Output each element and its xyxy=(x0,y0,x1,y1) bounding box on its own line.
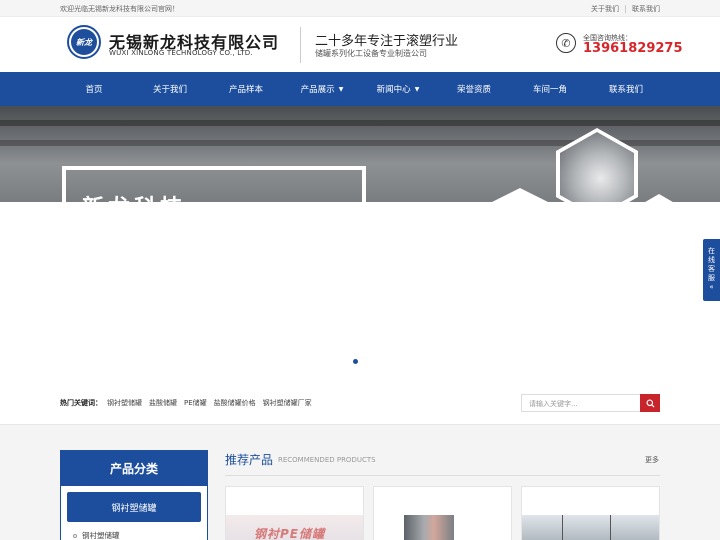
keyword-link[interactable]: 钢衬塑储罐 xyxy=(107,398,142,408)
search-button[interactable] xyxy=(640,394,660,412)
double-chevron-icon: « xyxy=(709,283,714,291)
banner-hexagon xyxy=(490,188,550,202)
nav-label: 首页 xyxy=(85,85,103,95)
header-divider xyxy=(300,27,301,63)
nav-label: 联系我们 xyxy=(608,85,643,95)
online-service-tab[interactable]: 在 线 客 服 « xyxy=(703,239,720,301)
keyword-link[interactable]: 盐酸储罐价格 xyxy=(214,398,256,408)
site-header: 新龙 无锡新龙科技有限公司 WUXI XINLONG TECHNOLOGY CO… xyxy=(0,17,720,72)
top-bar: 欢迎光临无锡新龙科技有限公司官网！ 关于我们 联系我们 xyxy=(0,0,720,17)
product-card[interactable]: 钢衬PE储罐 xyxy=(225,486,364,540)
dropdown-caret-icon: ▼ xyxy=(338,85,344,93)
nav-label: 关于我们 xyxy=(152,85,187,95)
nav-label: 产品样本 xyxy=(228,85,263,95)
product-image-detail xyxy=(610,515,611,540)
welcome-text: 欢迎光临无锡新龙科技有限公司官网！ xyxy=(60,5,179,13)
carousel-dot[interactable] xyxy=(353,359,358,364)
keyword-link[interactable]: PE储罐 xyxy=(184,398,207,408)
product-image xyxy=(404,515,454,540)
keyword-link[interactable]: 盐酸储罐 xyxy=(149,398,177,408)
nav-item-honors[interactable]: 荣誉资质 xyxy=(440,72,508,106)
nav-label: 车间一角 xyxy=(532,85,567,95)
product-image xyxy=(522,515,659,540)
service-char: 线 xyxy=(708,256,715,264)
nav-item-products[interactable]: 产品展示 ▼ xyxy=(288,72,356,106)
top-link-contact[interactable]: 联系我们 xyxy=(632,4,660,14)
more-link[interactable]: 更多 xyxy=(645,455,659,465)
phone-icon: ✆ xyxy=(556,33,576,53)
dropdown-caret-icon: ▼ xyxy=(414,85,420,93)
category-item-active[interactable]: 钢衬塑储罐 xyxy=(67,492,201,522)
company-logo[interactable]: 新龙 xyxy=(67,25,101,59)
category-sub-label: 钢衬塑储罐 xyxy=(82,531,120,540)
hero-banner[interactable]: 新龙科技 xyxy=(0,106,720,202)
category-title: 产品分类 xyxy=(61,451,207,486)
category-panel: 产品分类 钢衬塑储罐 钢衬塑储罐 xyxy=(60,450,208,540)
hot-keywords: 热门关键词： 钢衬塑储罐 盐酸储罐 PE储罐 盐酸储罐价格 钢衬塑储罐厂家 xyxy=(60,398,319,408)
service-char: 客 xyxy=(708,265,715,273)
product-card[interactable] xyxy=(373,486,512,540)
keywords-label: 热门关键词： xyxy=(60,399,102,407)
banner-beam xyxy=(0,120,720,126)
slogan-main: 二十多年专注于滚塑行业 xyxy=(315,34,459,49)
page: 欢迎光临无锡新龙科技有限公司官网！ 关于我们 联系我们 新龙 无锡新龙科技有限公… xyxy=(0,0,720,540)
nav-item-contact[interactable]: 联系我们 xyxy=(592,72,660,106)
company-name-en: WUXI XINLONG TECHNOLOGY CO., LTD. xyxy=(109,49,253,57)
search-icon xyxy=(645,398,655,408)
main-nav: 首页 关于我们 产品样本 产品展示 ▼ 新闻中心 ▼ 荣誉资质 车间一角 联系我们 xyxy=(0,72,720,106)
keyword-link[interactable]: 钢衬塑储罐厂家 xyxy=(263,398,312,408)
bullet-icon xyxy=(73,533,77,538)
product-card[interactable] xyxy=(521,486,660,540)
product-image-text: 钢衬PE储罐 xyxy=(254,527,325,540)
nav-item-workshop[interactable]: 车间一角 xyxy=(516,72,584,106)
nav-item-home[interactable]: 首页 xyxy=(60,72,128,106)
top-link-about[interactable]: 关于我们 xyxy=(591,4,619,14)
slogan-sub: 储罐系列化工设备专业制造公司 xyxy=(315,49,427,58)
nav-item-about[interactable]: 关于我们 xyxy=(136,72,204,106)
service-char: 在 xyxy=(708,247,715,255)
search-input[interactable]: 请输入关键字... xyxy=(521,394,641,412)
product-image-detail xyxy=(562,515,563,540)
service-char: 服 xyxy=(708,274,715,282)
nav-item-catalog[interactable]: 产品样本 xyxy=(212,72,280,106)
banner-hexagon xyxy=(640,194,678,202)
section-divider xyxy=(225,475,660,476)
nav-label: 新闻中心 xyxy=(376,85,411,95)
top-link-divider xyxy=(625,5,626,13)
category-sub-item[interactable]: 钢衬塑储罐 xyxy=(73,530,207,540)
nav-item-news[interactable]: 新闻中心 ▼ xyxy=(364,72,432,106)
content-area: 产品分类 钢衬塑储罐 钢衬塑储罐 推荐产品 RECOMMENDED PRODUC… xyxy=(0,424,720,540)
nav-label: 产品展示 xyxy=(300,85,335,95)
recommended-title: 推荐产品 xyxy=(225,453,274,467)
nav-label: 荣誉资质 xyxy=(456,85,491,95)
banner-headline: 新龙科技 xyxy=(82,190,186,202)
hotline-number: 13961829275 xyxy=(583,41,683,56)
logo-mark: 新龙 xyxy=(71,29,97,55)
recommended-title-en: RECOMMENDED PRODUCTS xyxy=(278,456,376,464)
top-links: 关于我们 联系我们 xyxy=(591,4,660,14)
